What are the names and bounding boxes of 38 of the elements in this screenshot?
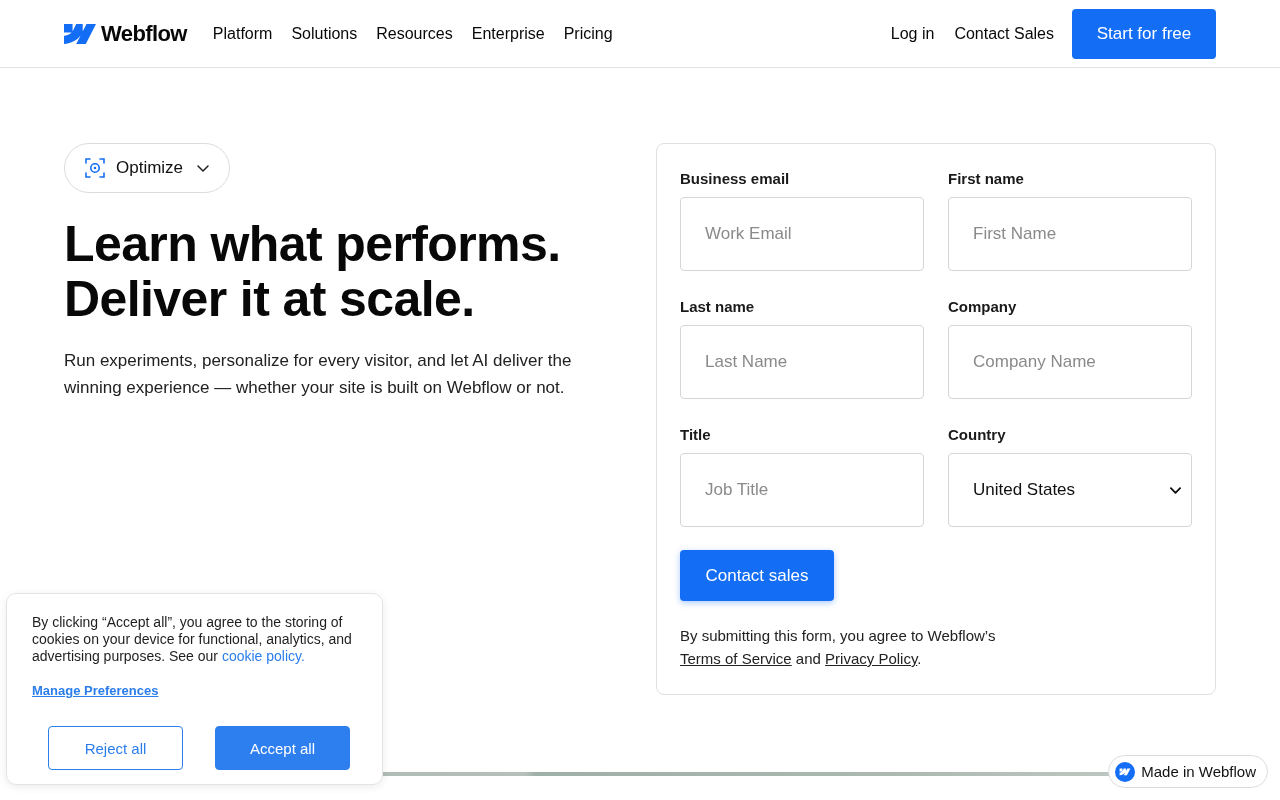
field-label: Country — [948, 425, 1006, 445]
input-field[interactable]: Job Title — [680, 453, 924, 527]
scan-target-icon — [85, 158, 105, 178]
reject-button[interactable]: Reject all — [48, 726, 183, 770]
field-label: Title — [680, 425, 711, 445]
accept-button[interactable]: Accept all — [215, 726, 350, 770]
start-button[interactable]: Start for free — [1072, 8, 1216, 59]
header-link[interactable]: Contact Sales — [954, 24, 1054, 43]
legal-link[interactable]: Terms of Service — [680, 650, 792, 667]
input-field[interactable]: First Name — [948, 197, 1192, 271]
contact-sales-button[interactable]: Contact sales — [680, 550, 834, 601]
made-in-badge[interactable]: Made in Webflow — [1108, 755, 1268, 788]
hero-headline: Learn what performs. Deliver it at scale. — [64, 217, 562, 327]
nav-link[interactable]: Pricing — [563, 24, 613, 43]
w-mark-icon — [64, 23, 96, 44]
w-mark-icon — [1115, 761, 1136, 782]
input-field[interactable]: Last Name — [680, 325, 924, 399]
legal-text: By submitting this form, you agree to Webflow’s Terms of Service and Privacy Policy. — [680, 626, 997, 669]
cookie-notice-text: By clicking “Accept all”, you agree to the storing of cookies on your device for functional, analytics, and advertising purposes. See our cookie policy. — [32, 614, 353, 665]
input-field[interactable]: Work Email — [680, 197, 924, 271]
chevron-down-icon — [1170, 486, 1181, 494]
nav-link[interactable]: Resources — [376, 24, 453, 43]
field-label: Company — [948, 297, 1017, 317]
hero-description: Run experiments, personalize for every visitor, and let AI deliver the winning experience — whether your site is built on Webflow or not. — [64, 350, 573, 399]
logo-link[interactable]: Webflow — [64, 20, 187, 47]
header-link[interactable]: Log in — [890, 24, 935, 43]
category-dropdown[interactable]: Optimize — [64, 143, 231, 193]
nav-link[interactable]: Enterprise — [471, 24, 545, 43]
nav-link[interactable]: Solutions — [291, 24, 358, 43]
field-label: Last name — [680, 297, 755, 317]
field-label: Business email — [680, 169, 790, 189]
cookie-policy-link[interactable]: cookie policy. — [221, 648, 305, 664]
select-field[interactable]: United States — [948, 453, 1192, 527]
field-label: First name — [948, 169, 1024, 189]
input-field[interactable]: Company Name — [948, 325, 1192, 399]
chevron-down-icon — [197, 164, 210, 172]
manage-preferences-link[interactable]: Manage Preferences — [32, 683, 159, 699]
nav-link[interactable]: Platform — [212, 24, 273, 43]
